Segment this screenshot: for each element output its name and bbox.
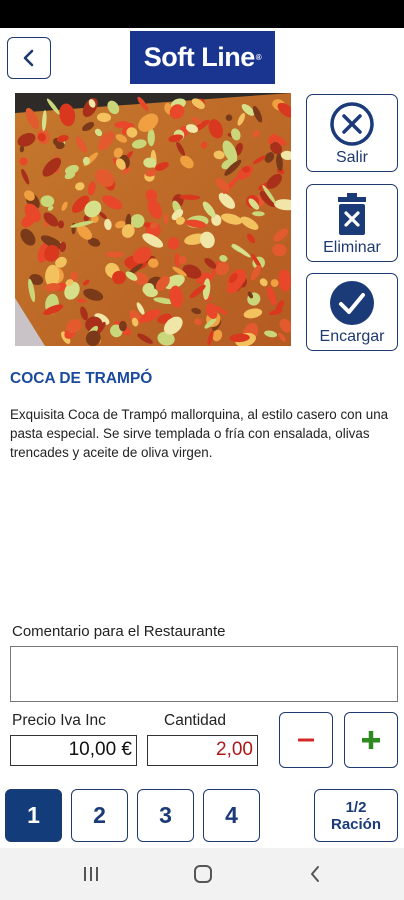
system-back-button[interactable] (300, 862, 330, 886)
brand-name: Soft Line (143, 42, 256, 72)
trash-icon (338, 193, 366, 235)
check-circle-icon (330, 281, 374, 325)
quantity-button-4[interactable]: 4 (203, 789, 260, 842)
plus-icon (362, 731, 380, 749)
back-icon (311, 866, 319, 882)
home-icon (194, 865, 212, 883)
decrease-quantity-button[interactable] (279, 712, 333, 768)
order-label: Encargar (319, 328, 385, 345)
delete-button[interactable]: Eliminar (306, 184, 398, 262)
back-button[interactable] (7, 37, 51, 79)
quantity-button-2[interactable]: 2 (71, 789, 128, 842)
system-nav-bar (0, 848, 404, 900)
product-title: COCA DE TRAMPÓ (10, 370, 153, 387)
price-label: Precio Iva Inc (12, 712, 106, 729)
delete-label: Eliminar (323, 239, 381, 256)
chevron-left-icon (23, 49, 34, 67)
quantity-field[interactable]: 2,00 (147, 735, 258, 766)
recent-apps-icon (84, 867, 98, 881)
home-button[interactable] (188, 862, 218, 886)
comment-input[interactable] (10, 646, 398, 702)
product-image (15, 93, 291, 346)
minus-icon (298, 738, 314, 742)
product-description: Exquisita Coca de Trampó mallorquina, al… (10, 407, 389, 460)
status-bar (0, 0, 404, 28)
registered-mark: ® (255, 53, 262, 62)
half-ration-fraction: 1/2 (345, 798, 367, 816)
order-button[interactable]: Encargar (306, 273, 398, 351)
exit-label: Salir (335, 149, 368, 166)
quantity-button-3[interactable]: 3 (137, 789, 194, 842)
quantity-label: Cantidad (164, 712, 227, 729)
increase-quantity-button[interactable] (344, 712, 398, 768)
comment-label: Comentario para el Restaurante (12, 623, 226, 640)
recent-apps-button[interactable] (76, 862, 106, 886)
brand-logo: Soft Line ® (130, 31, 275, 84)
quantity-button-1[interactable]: 1 (5, 789, 62, 842)
half-ration-label: Ración (330, 815, 381, 833)
price-field: 10,00 € (10, 735, 137, 766)
close-circle-icon (330, 102, 374, 146)
exit-button[interactable]: Salir (306, 94, 398, 172)
half-ration-button[interactable]: 1/2 Ración (314, 789, 398, 842)
